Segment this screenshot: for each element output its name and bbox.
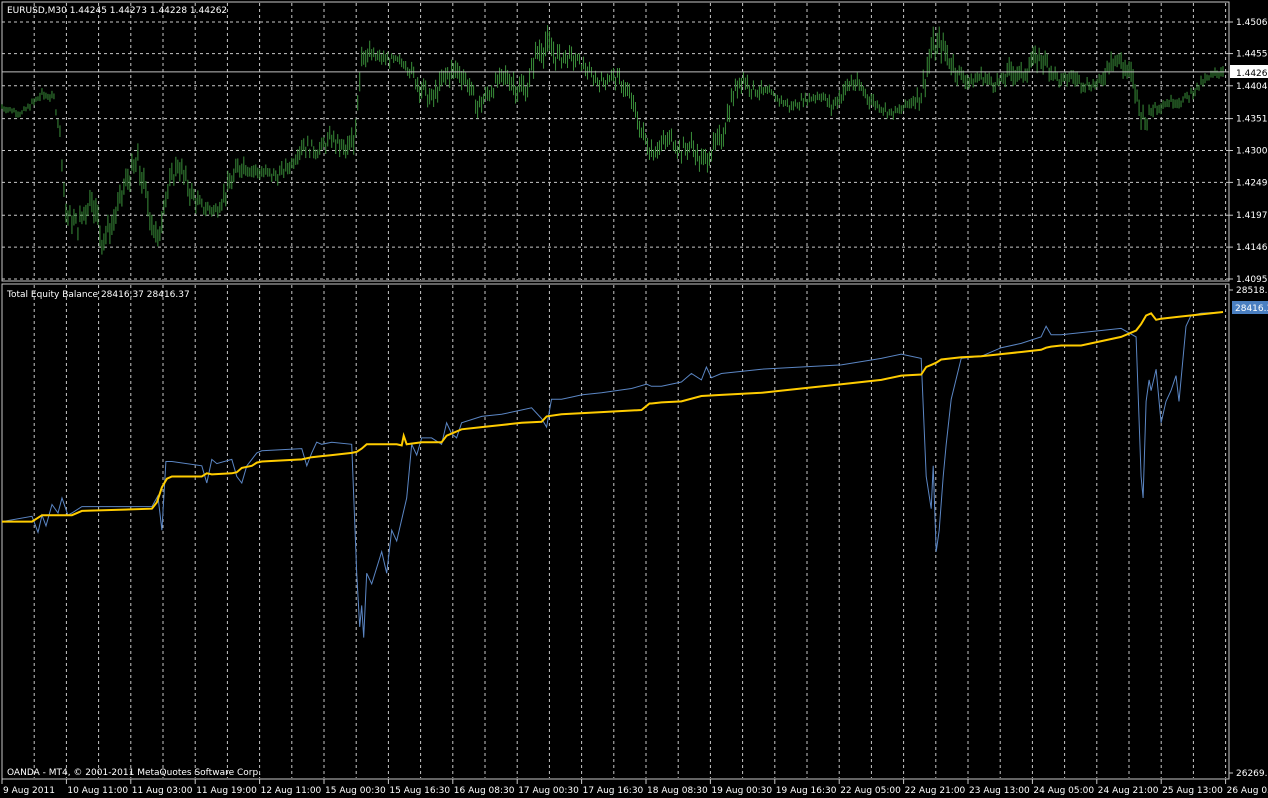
price-axis-tick-label: 1.43515 [1236,115,1268,125]
time-axis-tick-label: 19 Aug 00:30 [711,786,772,796]
equity-axis-tick-label: 28518.6 [1236,286,1268,296]
time-axis-tick-label: 17 Aug 00:30 [518,786,579,796]
time-axis-tick-label: 15 Aug 16:30 [389,786,450,796]
price-axis-tick-label: 1.43005 [1236,147,1268,157]
time-axis-tick-label: 15 Aug 00:30 [325,786,386,796]
time-axis-tick-label: 16 Aug 08:30 [454,786,515,796]
time-axis-tick-label: 24 Aug 05:00 [1033,786,1094,796]
price-axis-tick-label: 1.44040 [1236,82,1268,92]
equity-panel-title: Total Equity Balance 28416.37 28416.37 [6,290,190,300]
time-axis-tick-label: 11 Aug 03:00 [132,786,193,796]
time-axis-tick-label: 10 Aug 11:00 [67,786,128,796]
time-axis-tick-label: 19 Aug 16:30 [776,786,837,796]
time-axis-tick-label: 17 Aug 16:30 [583,786,644,796]
time-axis-tick-label: 18 Aug 08:30 [647,786,708,796]
time-axis-tick-label: 9 Aug 2011 [3,786,55,796]
price-axis-tick-label: 1.42495 [1236,178,1268,188]
time-axis-tick-label: 24 Aug 21:00 [1098,786,1159,796]
time-axis-tick-label: 22 Aug 21:00 [905,786,966,796]
time-axis-tick-label: 26 Aug 05:00 [1227,786,1268,796]
chart-background [0,0,1268,798]
price-panel-title: EURUSD,M30 1.44245 1.44273 1.44228 1.442… [7,6,227,16]
time-axis-tick-label: 11 Aug 19:00 [196,786,257,796]
time-axis-tick-label: 22 Aug 05:00 [840,786,901,796]
time-axis-tick-label: 25 Aug 13:00 [1162,786,1223,796]
copyright-text: OANDA - MT4, © 2001-2011 MetaQuotes Soft… [7,768,261,778]
price-axis-tick-label: 1.41970 [1236,211,1268,221]
time-axis-tick-label: 23 Aug 13:00 [969,786,1030,796]
price-axis-tick-label: 1.44555 [1236,50,1268,60]
current-equity-label: 28416.3 [1235,304,1268,314]
price-axis-tick-label: 1.40950 [1236,275,1268,285]
price-axis-tick-label: 1.45060 [1236,18,1268,28]
price-axis-tick-label: 1.41460 [1236,243,1268,253]
time-axis-tick-label: 12 Aug 11:00 [261,786,322,796]
metatrader-chart: 1.45060 1.44555 1.44040 1.43515 1.43005 1.424… [0,0,1268,798]
equity-axis-tick-label: 26269.5 [1236,769,1268,779]
current-price-label: 1.44262 [1236,69,1268,79]
